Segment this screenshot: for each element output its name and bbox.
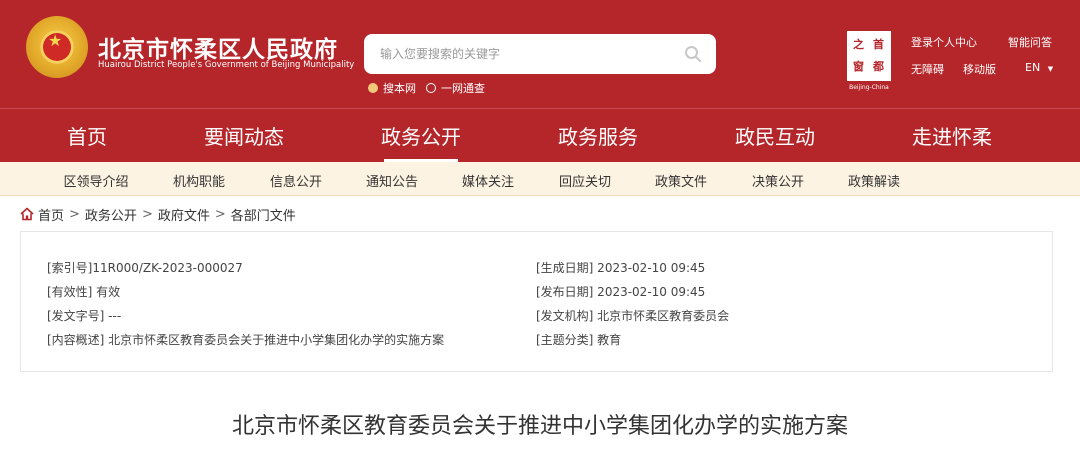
language-switch[interactable]: EN ▼: [1025, 61, 1053, 74]
subnav-item[interactable]: 通知公告: [347, 171, 437, 190]
home-icon: [20, 207, 34, 221]
breadcrumb: 首页 > 政务公开 > 政府文件 > 各部门文件: [20, 205, 296, 224]
radio-selected-icon: [368, 83, 378, 93]
search-scope-site[interactable]: 搜本网: [368, 80, 416, 96]
mobile-link[interactable]: 移动版: [963, 61, 996, 77]
stamp-char: 都: [873, 60, 884, 73]
meta-validity: [有效性] 有效: [47, 285, 121, 299]
meta-published-date: [发布日期] 2023-02-10 09:45: [536, 285, 706, 299]
capital-window-logo[interactable]: 首 都 之 窗: [846, 30, 892, 82]
sub-nav: 区领导介绍 机构职能 信息公开 通知公告 媒体关注 回应关切 政策文件 决策公开…: [0, 162, 1080, 196]
search-scope-all[interactable]: 一网通查: [426, 80, 485, 96]
meta-created-date: [生成日期] 2023-02-10 09:45: [536, 261, 706, 275]
subnav-item[interactable]: 区领导介绍: [51, 171, 141, 190]
document-title: 北京市怀柔区教育委员会关于推进中小学集团化办学的实施方案: [231, 414, 848, 439]
breadcrumb-home[interactable]: 首页: [38, 205, 64, 224]
accessibility-link[interactable]: 无障碍: [911, 61, 944, 77]
radio-unselected-icon: [426, 83, 436, 93]
main-nav: 首页 要闻动态 政务公开 政务服务 政民互动 走进怀柔: [0, 108, 1080, 162]
search-scope-site-label: 搜本网: [383, 82, 416, 95]
search-scope-all-label: 一网通查: [441, 82, 485, 95]
stamp-char: 之: [853, 38, 864, 51]
nav-gov-affairs-open[interactable]: 政务公开: [366, 121, 476, 162]
meta-summary: [内容概述] 北京市怀柔区教育委员会关于推进中小学集团化办学的实施方案: [47, 333, 445, 347]
subnav-item[interactable]: 媒体关注: [443, 171, 533, 190]
stamp-char: 窗: [853, 60, 864, 73]
search-input[interactable]: [364, 34, 664, 74]
breadcrumb-separator: >: [214, 206, 226, 222]
subnav-item[interactable]: 信息公开: [251, 171, 341, 190]
meta-category: [主题分类] 教育: [536, 333, 622, 347]
breadcrumb-gov-affairs[interactable]: 政务公开: [85, 205, 137, 224]
login-link[interactable]: 登录个人中心: [911, 34, 977, 50]
smart-qa-link[interactable]: 智能问答: [1008, 34, 1052, 50]
stamp-char: 首: [873, 38, 884, 51]
subnav-item[interactable]: 政策文件: [636, 171, 726, 190]
search-box: [364, 34, 716, 74]
document-meta-panel: [索引号]11R000/ZK-2023-000027 [有效性] 有效 [发文字…: [20, 231, 1053, 372]
nav-gov-services[interactable]: 政务服务: [543, 121, 653, 150]
breadcrumb-dept-docs[interactable]: 各部门文件: [231, 205, 296, 224]
language-label: EN: [1025, 61, 1041, 74]
search-icon[interactable]: [684, 45, 702, 63]
breadcrumb-separator: >: [141, 206, 153, 222]
meta-doc-no: [发文字号] ---: [47, 309, 122, 323]
nav-home[interactable]: 首页: [32, 121, 142, 150]
breadcrumb-gov-docs[interactable]: 政府文件: [158, 205, 210, 224]
subnav-item[interactable]: 政策解读: [829, 171, 919, 190]
meta-index-no: [索引号]11R000/ZK-2023-000027: [47, 261, 243, 275]
site-title-en: Huairou District People's Government of …: [98, 60, 355, 70]
meta-issuer: [发文机构] 北京市怀柔区教育委员会: [536, 309, 730, 323]
subnav-item[interactable]: 回应关切: [540, 171, 630, 190]
subnav-item[interactable]: 机构职能: [154, 171, 244, 190]
site-title[interactable]: 北京市怀柔区人民政府: [98, 30, 338, 64]
nav-about-huairou[interactable]: 走进怀柔: [897, 121, 1007, 150]
nav-news[interactable]: 要闻动态: [189, 121, 299, 150]
stamp-caption: Beijing-China: [849, 84, 889, 91]
site-header: ★ 北京市怀柔区人民政府 Huairou District People's G…: [0, 0, 1080, 108]
national-emblem-logo[interactable]: ★: [26, 16, 88, 78]
star-icon: ★: [48, 31, 63, 50]
nav-interaction[interactable]: 政民互动: [720, 121, 830, 150]
chevron-down-icon: ▼: [1047, 65, 1054, 73]
breadcrumb-separator: >: [69, 206, 80, 222]
subnav-item[interactable]: 决策公开: [733, 171, 823, 190]
